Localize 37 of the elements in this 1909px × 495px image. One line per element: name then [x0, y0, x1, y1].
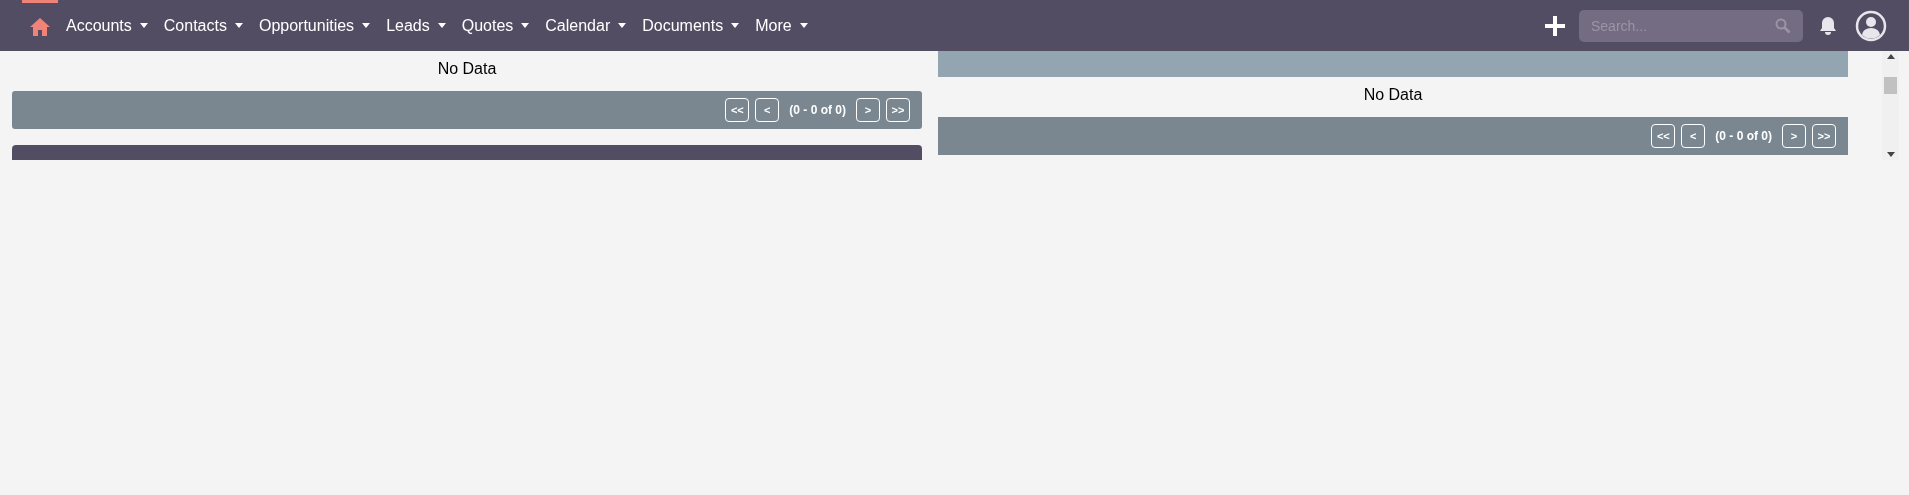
- pager-button[interactable]: <<: [1651, 124, 1676, 148]
- nav-menu[interactable]: Calendar: [545, 13, 627, 38]
- caret-icon: [437, 23, 446, 28]
- nav-menu[interactable]: Documents: [642, 13, 740, 38]
- scroll-down-icon[interactable]: [1886, 152, 1895, 157]
- empty-message: No Data: [1362, 85, 1424, 105]
- caret-icon: [521, 23, 530, 28]
- nav-menu[interactable]: Opportunities: [258, 13, 371, 38]
- caret-icon: [618, 23, 627, 28]
- pager-range: (0 - 0 of 0): [1715, 128, 1772, 145]
- pager-button[interactable]: >: [1782, 124, 1806, 148]
- caret-icon: [362, 23, 371, 28]
- nav-menu[interactable]: Accounts: [66, 13, 148, 38]
- pager-button[interactable]: <: [755, 98, 780, 122]
- pager-button[interactable]: >>: [1812, 124, 1836, 148]
- user-avatar-icon[interactable]: [1855, 9, 1887, 42]
- search-icon: [1775, 17, 1791, 34]
- nav-menu[interactable]: Quotes: [461, 13, 530, 38]
- caret-icon: [139, 23, 148, 28]
- pager-button[interactable]: <: [1681, 124, 1706, 148]
- nav-menu[interactable]: Leads: [386, 13, 446, 38]
- pager-button[interactable]: <<: [725, 98, 750, 122]
- empty-message: No Data: [436, 59, 498, 79]
- nav-menu[interactable]: Contacts: [163, 13, 243, 38]
- caret-icon: [234, 23, 243, 28]
- pager-range: (0 - 0 of 0): [789, 102, 846, 119]
- pager-button[interactable]: >>: [886, 98, 910, 122]
- scrollbar-thumb[interactable]: [1884, 77, 1897, 94]
- scroll-up-icon[interactable]: [1886, 54, 1895, 59]
- plus-icon[interactable]: [1545, 15, 1565, 36]
- bell-icon[interactable]: [1819, 15, 1837, 36]
- home-icon: [30, 18, 50, 36]
- caret-icon: [731, 23, 740, 28]
- nav-menu[interactable]: More: [755, 13, 808, 38]
- pager-button[interactable]: >: [856, 98, 880, 122]
- scrollbar[interactable]: [1882, 51, 1899, 160]
- caret-icon: [799, 23, 808, 28]
